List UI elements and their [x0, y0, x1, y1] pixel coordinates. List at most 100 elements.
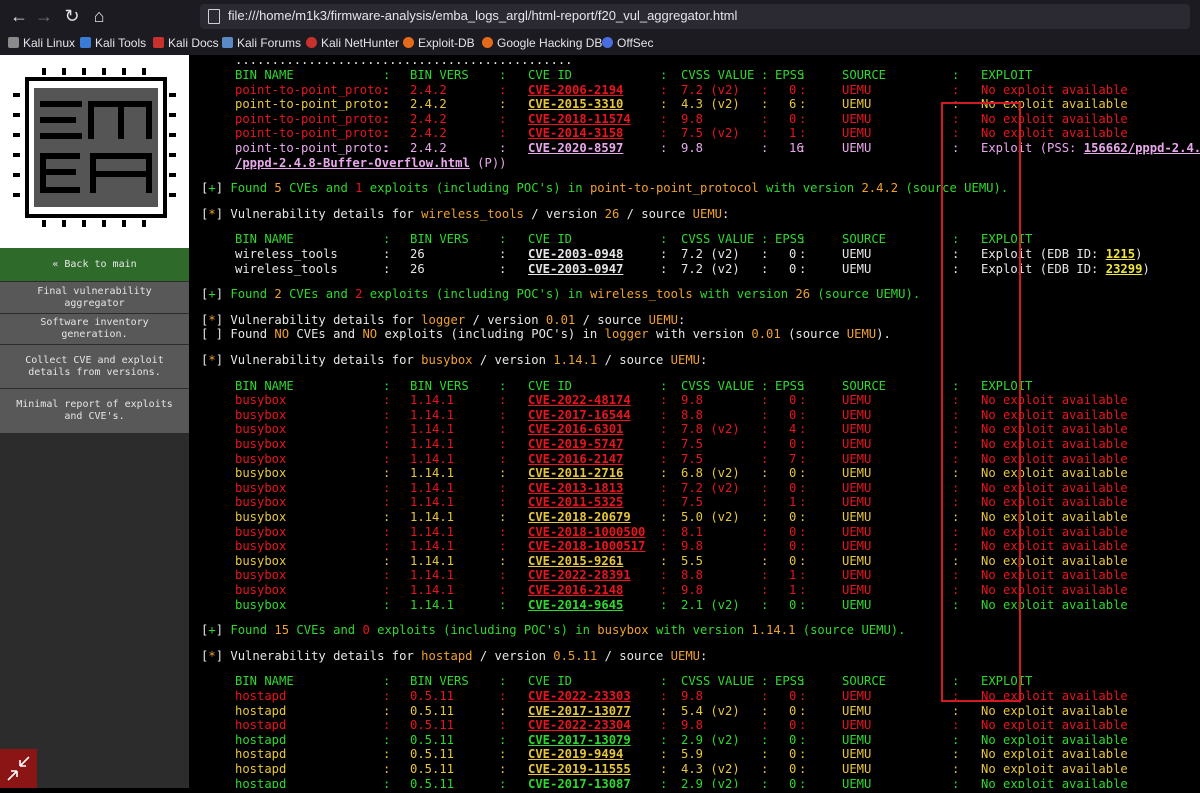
cell-cvss: 9.8 [681, 689, 704, 703]
cve-link[interactable]: CVE-2022-23304 [528, 718, 631, 733]
cell-source: UEMU [842, 583, 872, 597]
separator: : [799, 539, 807, 554]
cve-link[interactable]: CVE-2022-23303 [528, 689, 631, 704]
header-text: / source [597, 648, 671, 663]
cell-bin-vers: 0.5.11 [410, 747, 455, 762]
url-bar[interactable]: file:///home/m1k3/firmware-analysis/emba… [200, 4, 1190, 29]
cell-bin-name: busybox [235, 568, 287, 583]
cve-link[interactable]: CVE-2014-3158 [528, 126, 623, 141]
source-name: UEMU [846, 327, 877, 342]
cve-link[interactable]: CVE-2017-13077 [528, 704, 631, 719]
cell-bin-vers: 2.4.2 [410, 82, 447, 97]
text-segment: [*] Vulnerability details for busybox / … [201, 353, 707, 368]
separator: : [499, 451, 507, 466]
bookmark-offsec[interactable]: OffSec [602, 36, 653, 50]
colon: : [700, 353, 708, 367]
cve-link[interactable]: CVE-2019-11555 [528, 762, 631, 777]
separator: : [383, 451, 391, 466]
cell-cvss: 5.5 [681, 553, 704, 568]
cve-link[interactable]: CVE-2022-48174 [528, 393, 631, 408]
cve-link[interactable]: CVE-2014-9645 [528, 598, 623, 613]
col-header-cvss: CVSS VALUE [681, 68, 755, 82]
cve-count: 2 [274, 287, 282, 302]
exploit-text: No exploit available [981, 732, 1128, 747]
bookmark-google-hacking-db[interactable]: Google Hacking DB [482, 36, 602, 50]
cell-bin-name: busybox [235, 480, 287, 495]
bookmark-kali-tools[interactable]: Kali Tools [80, 36, 146, 50]
back-to-main-button[interactable]: « Back to main [0, 248, 189, 281]
cell-epss: 0 [789, 553, 797, 568]
forward-arrow-icon[interactable]: → [32, 4, 56, 28]
separator: : [799, 261, 807, 276]
cell-source: UEMU [842, 553, 872, 568]
cve-link[interactable]: CVE-2016-6301 [528, 422, 623, 437]
cve-link[interactable]: CVE-2011-5325 [528, 495, 623, 510]
separator: : [499, 762, 507, 776]
separator: : [499, 407, 507, 422]
cve-link[interactable]: CVE-2017-13087 [528, 777, 631, 788]
separator: : [383, 762, 391, 776]
col-header-source: SOURCE [842, 68, 887, 82]
reload-icon[interactable]: ↻ [60, 4, 84, 28]
separator: : [799, 762, 807, 776]
separator: : [383, 718, 391, 733]
separator: : [799, 111, 807, 126]
text: * [208, 648, 216, 663]
cve-link[interactable]: CVE-2015-9261 [528, 554, 623, 569]
cell-cvss: 9.8 [681, 539, 704, 554]
bookmark-kali-forums[interactable]: Kali Forums [222, 36, 301, 50]
summary-text: Found [230, 623, 275, 638]
separator: : [799, 553, 807, 568]
separator: : [660, 510, 668, 524]
separator: : [383, 422, 391, 437]
cve-link[interactable]: CVE-2006-2194 [528, 83, 623, 98]
binary-name: wireless_tools [421, 206, 524, 221]
home-icon[interactable]: ⌂ [87, 4, 111, 28]
cell-cvss: 8.1 [681, 524, 704, 539]
cve-link[interactable]: CVE-2022-28391 [528, 568, 631, 583]
cve-link[interactable]: CVE-2018-11574 [528, 112, 631, 127]
cve-link[interactable]: CVE-2018-1000500 [528, 525, 645, 540]
kali-icon [8, 37, 19, 48]
sidebar-item-vuln-aggregator[interactable]: Final vulnerability aggregator [0, 282, 189, 313]
cve-link[interactable]: CVE-2019-9494 [528, 747, 623, 762]
cell-bin-vers: 1.14.1 [410, 583, 455, 597]
sidebar-item-cve-details[interactable]: Collect CVE and exploit details from ver… [0, 345, 189, 388]
text: + [208, 287, 216, 302]
cve-link[interactable]: CVE-2003-0948 [528, 247, 623, 262]
back-arrow-icon[interactable]: ← [7, 4, 31, 28]
cve-link[interactable]: CVE-2011-2716 [528, 466, 623, 481]
cve-link[interactable]: CVE-2003-0947 [528, 262, 623, 277]
cve-link[interactable]: CVE-2015-3310 [528, 97, 623, 112]
cve-link[interactable]: CVE-2017-16544 [528, 408, 631, 423]
bookmark-exploit-db[interactable]: Exploit-DB [403, 36, 475, 50]
cve-link[interactable]: CVE-2018-1000517 [528, 539, 645, 554]
exploit-link[interactable]: 156662/pppd-2.4. [1084, 141, 1200, 155]
cve-link[interactable]: CVE-2013-1813 [528, 481, 623, 496]
cve-link[interactable]: CVE-2019-5747 [528, 437, 623, 452]
exploit-link[interactable]: 23299 [1106, 262, 1143, 276]
cell-cvss: 8.8 [681, 407, 704, 422]
collapse-sidebar-button[interactable] [0, 749, 37, 788]
cve-link[interactable]: CVE-2017-13079 [528, 733, 631, 748]
cve-link[interactable]: CVE-2016-2147 [528, 452, 623, 467]
cve-link[interactable]: CVE-2018-20679 [528, 510, 631, 525]
exploit-text: No exploit available [981, 703, 1128, 718]
cell-epss: 0 [789, 466, 797, 481]
sidebar-item-software-inventory[interactable]: Software inventory generation. [0, 314, 189, 344]
bookmark-kali-nethunter[interactable]: Kali NetHunter [306, 36, 399, 50]
cve-link[interactable]: CVE-2020-8597 [528, 141, 623, 156]
separator: : [660, 480, 668, 495]
version-number: 1.14.1 [553, 353, 598, 367]
bookmark-kali-linux[interactable]: Kali Linux [8, 36, 75, 50]
separator: : [499, 111, 507, 126]
separator: : [383, 437, 391, 451]
bookmark-kali-docs[interactable]: Kali Docs [153, 36, 219, 50]
url-text[interactable]: file:///home/m1k3/firmware-analysis/emba… [228, 8, 737, 23]
sidebar-item-minimal-report[interactable]: Minimal report of exploits and CVE's. [0, 389, 189, 433]
exploit-link[interactable]: 1215 [1106, 247, 1135, 261]
separator: : [952, 732, 960, 747]
cell-exploit: No exploit available [981, 777, 1128, 788]
separator: : [761, 553, 769, 568]
cve-link[interactable]: CVE-2016-2148 [528, 583, 623, 598]
